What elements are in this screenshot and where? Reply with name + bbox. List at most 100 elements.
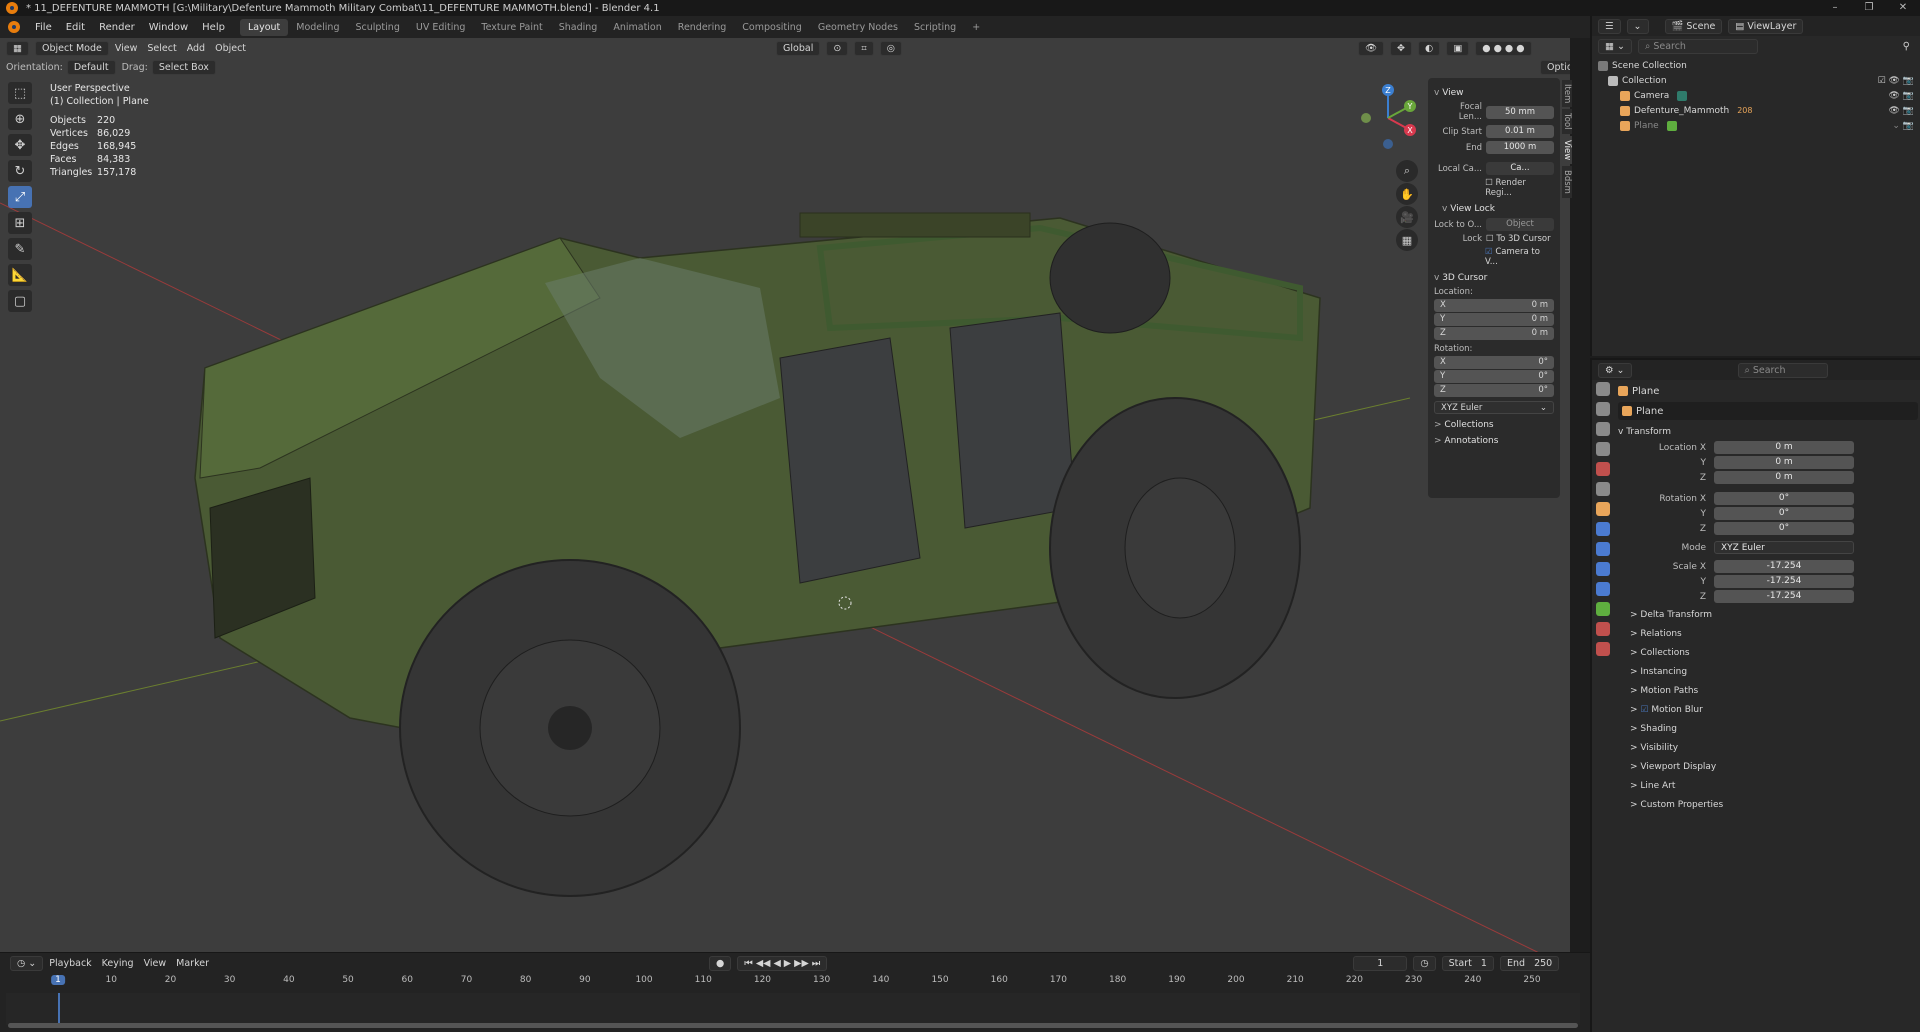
constraints-tab-icon[interactable] [1596, 582, 1610, 596]
rotation-y-field[interactable]: Y 0° [1618, 507, 1918, 520]
line-art-section[interactable]: > Line Art [1618, 776, 1918, 795]
minimize-button[interactable]: – [1818, 0, 1852, 16]
modifier-tab-icon[interactable] [1596, 522, 1610, 536]
properties-editor-icon[interactable]: ⚙ ⌄ [1598, 362, 1632, 378]
add-workspace-button[interactable]: + [964, 19, 988, 36]
menu-render[interactable]: Render [92, 22, 142, 33]
delta-transform-section[interactable]: > Delta Transform [1618, 605, 1918, 624]
shading-mode-icon[interactable]: ● ● ● ● [1475, 40, 1532, 56]
outliner-filter-icon[interactable]: ⚲ [1903, 41, 1910, 52]
rotation-x-field[interactable]: Rotation X 0° [1618, 492, 1918, 505]
object-name-input[interactable]: Plane [1618, 402, 1918, 420]
view-lock-section-header[interactable]: View Lock [1434, 204, 1554, 214]
zoom-icon[interactable]: ⌕ [1396, 160, 1418, 182]
cursor-rotation-z[interactable]: Z 0° [1434, 384, 1554, 397]
timeline-menu-playback[interactable]: Playback [49, 958, 91, 969]
collections-section-header[interactable]: Collections [1434, 420, 1554, 430]
outliner-item-defenture-mammoth[interactable]: Defenture_Mammoth 208 👁 📷 [1598, 103, 1914, 118]
cursor-location-x[interactable]: X0 m [1434, 299, 1554, 312]
tab-compositing[interactable]: Compositing [734, 19, 810, 36]
render-region-checkbox[interactable]: ☐ Render Regi... [1434, 178, 1554, 198]
select-tool-icon[interactable]: ⬚ [8, 82, 32, 104]
properties-search-input[interactable]: ⌕ Search [1737, 362, 1828, 378]
view-layer-tab-icon[interactable] [1596, 442, 1610, 456]
lock-to-object-field[interactable]: Lock to O... Object [1434, 218, 1554, 231]
location-x-field[interactable]: Location X0 m [1618, 441, 1918, 454]
tab-modeling[interactable]: Modeling [288, 19, 347, 36]
cursor-rotation-mode-dropdown[interactable]: XYZ Euler ⌄ [1434, 401, 1554, 414]
maximize-button[interactable]: ❐ [1852, 0, 1886, 16]
local-camera-field[interactable]: Local Ca... Ca... [1434, 162, 1554, 175]
pivot-point-icon[interactable]: ⊙ [826, 40, 849, 56]
outliner-item-plane[interactable]: Plane ⌄ 📷 [1598, 118, 1914, 133]
visibility-icon[interactable]: 👁 [1357, 40, 1385, 56]
annotations-section-header[interactable]: Annotations [1434, 436, 1554, 446]
end-frame-field[interactable]: End 250 [1499, 955, 1560, 971]
current-frame-field[interactable]: 1 [1353, 955, 1408, 971]
scale-tool-icon[interactable]: ⤢ [8, 186, 32, 208]
tab-layout[interactable]: Layout [239, 18, 289, 36]
playhead[interactable] [58, 993, 60, 1025]
blender-menu-icon[interactable] [8, 21, 20, 33]
display-mode-icon[interactable]: ▦ ⌄ [1598, 38, 1632, 54]
timeline-ruler[interactable]: 1 10 20 30 40 50 60 70 80 90 100 110 120 130 140 150 160… [6, 975, 1580, 991]
data-tab-icon[interactable] [1596, 602, 1610, 616]
scale-z-field[interactable]: Z -17.254 [1618, 590, 1918, 603]
3d-cursor-section-header[interactable]: 3D Cursor [1434, 273, 1554, 283]
motion-paths-section[interactable]: > Motion Paths [1618, 681, 1918, 700]
overlay-toggle-icon[interactable]: ◐ [1418, 40, 1441, 56]
preview-range-icon[interactable]: ◷ [1413, 955, 1436, 971]
cursor-rotation-x[interactable]: X 0° [1434, 356, 1554, 369]
timeline-menu-marker[interactable]: Marker [176, 958, 209, 969]
tool-tab-icon[interactable] [1596, 382, 1610, 396]
camera-to-view-checkbox[interactable]: ☑ Camera to V... [1434, 247, 1554, 267]
auto-keying-icon[interactable]: ● [708, 955, 732, 971]
scale-x-field[interactable]: Scale X -17.254 [1618, 560, 1918, 573]
tab-texture-paint[interactable]: Texture Paint [473, 19, 550, 36]
clip-end-field[interactable]: End 1000 m [1434, 141, 1554, 154]
ortho-grid-icon[interactable]: ▦ [1396, 229, 1418, 251]
3d-viewport[interactable]: ▦ Object Mode View Select Add Object Glo… [0, 38, 1570, 952]
tab-scripting[interactable]: Scripting [906, 19, 964, 36]
tab-bdsm[interactable]: Bdsm [1562, 166, 1572, 198]
scene-selector[interactable]: 🎬 Scene [1664, 18, 1723, 34]
filter-icon[interactable]: ⌄ [1626, 18, 1649, 34]
cursor-rotation-y[interactable]: Y 0° [1434, 370, 1554, 383]
tab-tool[interactable]: Tool [1562, 109, 1572, 134]
snap-icon[interactable]: ⌗ [854, 40, 874, 56]
viewport-display-section[interactable]: > Viewport Display [1618, 757, 1918, 776]
rotation-mode-dropdown[interactable]: Mode XYZ Euler [1618, 541, 1918, 554]
tab-shading[interactable]: Shading [551, 19, 606, 36]
custom-properties-section[interactable]: > Custom Properties [1618, 795, 1918, 814]
outliner-item-collection[interactable]: Collection ☑ 👁 📷 [1598, 73, 1914, 88]
playback-controls[interactable]: ⏮ ◀◀ ◀ ▶ ▶▶ ⏭ [737, 955, 828, 971]
rotation-z-field[interactable]: Z 0° [1618, 522, 1918, 535]
gizmo-toggle-icon[interactable]: ✥ [1390, 40, 1413, 56]
tab-geometry-nodes[interactable]: Geometry Nodes [810, 19, 906, 36]
viewport-menu-view[interactable]: View [115, 43, 138, 54]
pan-hand-icon[interactable]: ✋ [1396, 183, 1418, 205]
scene-tab-icon[interactable] [1596, 462, 1610, 476]
proportional-editing-icon[interactable]: ◎ [879, 40, 902, 56]
timeline-editor-icon[interactable]: ◷ ⌄ [10, 955, 44, 971]
mode-dropdown[interactable]: Object Mode [34, 40, 109, 56]
output-tab-icon[interactable] [1596, 422, 1610, 436]
location-z-field[interactable]: Z0 m [1618, 471, 1918, 484]
location-y-field[interactable]: Y0 m [1618, 456, 1918, 469]
annotate-tool-icon[interactable]: ✎ [8, 238, 32, 260]
render-tab-icon[interactable] [1596, 402, 1610, 416]
menu-edit[interactable]: Edit [59, 22, 92, 33]
visibility-section[interactable]: > Visibility [1618, 738, 1918, 757]
transform-section-header[interactable]: v Transform [1618, 422, 1918, 441]
viewport-menu-object[interactable]: Object [215, 43, 246, 54]
transform-tool-icon[interactable]: ⊞ [8, 212, 32, 234]
collections-section[interactable]: > Collections [1618, 643, 1918, 662]
start-frame-field[interactable]: Start 1 [1441, 955, 1494, 971]
tab-view[interactable]: View [1562, 135, 1572, 165]
material-tab-icon[interactable] [1596, 622, 1610, 636]
texture-tab-icon[interactable] [1596, 642, 1610, 656]
outliner-item-camera[interactable]: Camera 👁 📷 [1598, 88, 1914, 103]
focal-length-field[interactable]: Focal Len... 50 mm [1434, 102, 1554, 122]
world-tab-icon[interactable] [1596, 482, 1610, 496]
menu-window[interactable]: Window [142, 22, 195, 33]
